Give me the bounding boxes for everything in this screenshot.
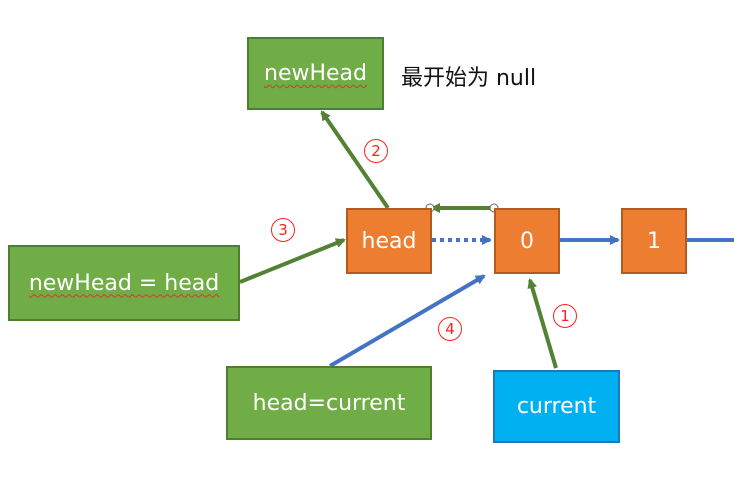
assign-head-box: head=current (226, 366, 432, 440)
assign-new-head-label: newHead = head (29, 271, 219, 296)
one-node-label: 1 (647, 228, 661, 254)
initial-null-note: 最开始为 null (401, 66, 537, 91)
zero-node-label: 0 (520, 228, 534, 254)
assign-new-head-text: newHead = head (28, 270, 220, 296)
arrow-current-to-zero (527, 278, 558, 369)
step-1-marker: 1 (553, 304, 577, 328)
assign-new-head-box: newHead = head (8, 245, 240, 321)
arrow-assign-to-head (239, 238, 346, 284)
step-4-marker: 4 (438, 317, 462, 341)
current-box: current (493, 370, 620, 443)
current-label: current (516, 394, 597, 419)
step-2-marker: 2 (364, 139, 388, 163)
zero-node: 0 (494, 208, 560, 274)
new-head-label: newHead (264, 61, 367, 86)
one-node: 1 (621, 208, 687, 274)
assign-head-label: head=current (252, 390, 406, 416)
step-3-marker: 3 (271, 218, 295, 242)
head-node: head (346, 208, 432, 274)
head-node-label: head (361, 228, 417, 254)
arrow-assignhead-to-zero (328, 274, 486, 368)
new-head-box: newHead (247, 37, 384, 110)
